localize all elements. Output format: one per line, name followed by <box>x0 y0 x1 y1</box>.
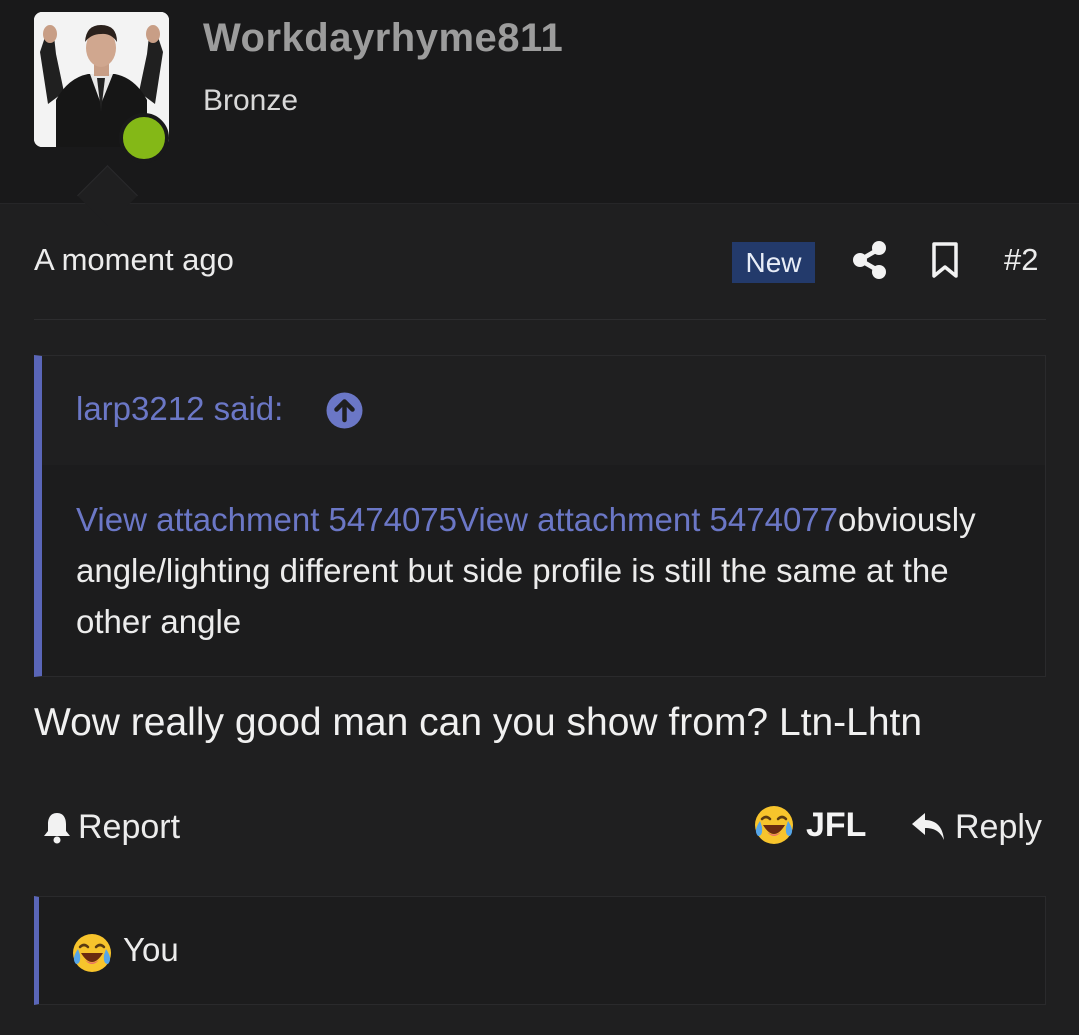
reactions-summary[interactable]: You <box>34 896 1046 1005</box>
post-number-link[interactable]: #2 <box>1004 242 1038 278</box>
reaction-button[interactable]: JFL <box>752 803 866 847</box>
bookmark-icon[interactable] <box>928 240 962 280</box>
laughing-crying-emoji-icon <box>755 806 793 844</box>
quote-author[interactable]: larp3212 said: <box>76 390 283 428</box>
arrow-up-circle-icon[interactable] <box>326 392 363 429</box>
quote-header: larp3212 said: <box>42 356 1045 465</box>
reply-button[interactable]: Reply <box>911 806 1042 848</box>
reply-label: Reply <box>955 807 1042 846</box>
attachment-link[interactable]: View attachment 5474075 <box>76 501 457 538</box>
post-message: Wow really good man can you show from? L… <box>34 701 923 744</box>
user-header: Workdayrhyme811 Bronze <box>0 0 1079 203</box>
new-badge: New <box>732 242 815 283</box>
divider <box>34 319 1046 320</box>
post-timestamp[interactable]: A moment ago <box>34 242 234 278</box>
share-icon[interactable] <box>851 240 889 280</box>
report-button[interactable]: Report <box>40 806 180 848</box>
quote-body: View attachment 5474075View attachment 5… <box>76 494 1026 647</box>
laughing-crying-emoji-icon <box>70 931 114 980</box>
user-title: Bronze <box>203 84 299 117</box>
quote-block: larp3212 said: View attachment 5474075Vi… <box>34 355 1046 677</box>
reply-arrow-icon <box>912 813 944 840</box>
reaction-label: JFL <box>806 805 867 844</box>
report-label: Report <box>78 807 181 846</box>
divider <box>0 203 1079 204</box>
bell-icon <box>44 813 70 844</box>
reactions-users[interactable]: You <box>123 931 179 969</box>
online-status-dot <box>119 113 169 163</box>
username[interactable]: Workdayrhyme811 <box>203 16 563 61</box>
attachment-link[interactable]: View attachment 5474077 <box>457 501 838 538</box>
